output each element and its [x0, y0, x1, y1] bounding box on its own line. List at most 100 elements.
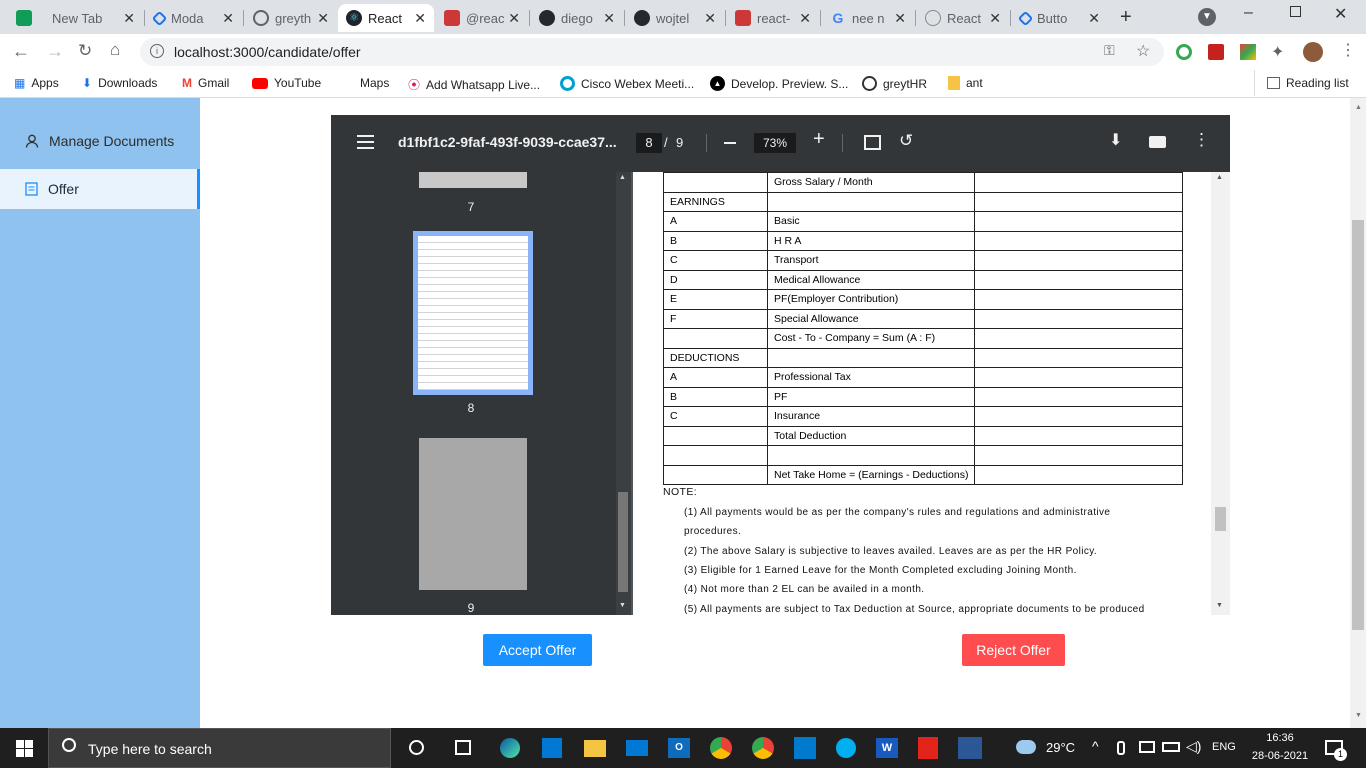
sidebar-item-manage-documents[interactable]: Manage Documents — [0, 121, 200, 161]
bookmark-whatsapp[interactable]: ⦿ Add Whatsapp Live... — [408, 76, 540, 93]
page-thumbnail-selected[interactable] — [413, 231, 533, 395]
store-icon[interactable] — [542, 738, 562, 758]
bookmark-downloads[interactable]: ⬇ Downloads — [82, 76, 157, 90]
close-tab-icon[interactable]: ✕ — [704, 10, 716, 27]
outlook-icon[interactable]: O — [668, 738, 690, 758]
close-tab-icon[interactable]: ✕ — [317, 10, 329, 27]
extensions-puzzle-icon[interactable]: ✦ — [1271, 42, 1284, 62]
zoom-level-input[interactable]: 73% — [754, 133, 796, 153]
bookmark-youtube[interactable]: YouTube — [252, 76, 321, 90]
reject-offer-button[interactable]: Reject Offer — [962, 634, 1065, 666]
browser-tab[interactable]: G nee n ✕ — [822, 4, 914, 32]
tray-expand-icon[interactable]: ^ — [1092, 738, 1099, 754]
close-tab-icon[interactable]: ✕ — [508, 10, 520, 27]
page-thumbnail[interactable] — [419, 438, 527, 590]
download-icon[interactable]: ⬇ — [1109, 130, 1122, 150]
acrobat-icon[interactable] — [918, 737, 938, 759]
microphone-icon[interactable] — [1117, 741, 1125, 755]
zoom-out-icon[interactable] — [724, 142, 736, 144]
more-options-icon[interactable]: ⋮ — [1193, 130, 1210, 150]
table-cell — [663, 464, 768, 485]
bookmark-apps[interactable]: ▦ Apps — [14, 76, 59, 90]
file-explorer-icon[interactable] — [584, 740, 606, 757]
browser-tab[interactable]: Butto ✕ — [1012, 4, 1108, 32]
home-icon[interactable]: ⌂ — [110, 40, 120, 60]
tab-search-icon[interactable]: ▼ — [1198, 8, 1216, 26]
close-tab-icon[interactable]: ✕ — [123, 10, 135, 27]
pdf-scrollbar[interactable]: ▲ ▼ — [1211, 172, 1230, 615]
browser-tab[interactable]: diego ✕ — [531, 4, 623, 32]
browser-tab[interactable]: React ✕ — [917, 4, 1009, 32]
edge-icon[interactable] — [500, 738, 520, 758]
address-bar[interactable]: i localhost:3000/candidate/offer ⚿ ☆ — [140, 38, 1164, 66]
sidebar-item-offer[interactable]: Offer — [0, 169, 200, 209]
close-tab-icon[interactable]: ✕ — [414, 10, 426, 27]
cortana-icon[interactable] — [409, 740, 424, 755]
print-icon[interactable] — [1149, 136, 1166, 148]
pdf-scrollbar-thumb[interactable] — [1215, 507, 1226, 531]
bookmark-maps[interactable]: Maps — [340, 76, 389, 90]
browser-tab-active[interactable]: ⚛ React ✕ — [338, 4, 434, 32]
browser-tab[interactable]: greyth ✕ — [245, 4, 337, 32]
avatar[interactable] — [1303, 42, 1323, 62]
minimize-icon[interactable]: – — [1244, 4, 1253, 22]
close-tab-icon[interactable]: ✕ — [799, 10, 811, 27]
bookmark-webex[interactable]: Cisco Webex Meeti... — [560, 76, 694, 91]
browser-tab[interactable]: wojtel ✕ — [626, 4, 724, 32]
word-icon[interactable]: W — [876, 738, 898, 758]
close-tab-icon[interactable]: ✕ — [1088, 10, 1100, 27]
mail-icon[interactable] — [626, 740, 648, 756]
clock-time[interactable]: 16:36 — [1252, 732, 1308, 744]
new-tab-icon[interactable]: + — [1120, 6, 1132, 29]
page-thumbnail[interactable] — [419, 172, 527, 188]
fit-page-icon[interactable] — [864, 135, 881, 150]
restore-icon[interactable] — [1290, 6, 1301, 17]
extension-icon[interactable] — [1240, 44, 1256, 60]
extension-icon[interactable] — [1208, 44, 1224, 60]
menu-icon[interactable] — [357, 135, 374, 137]
volume-icon[interactable]: ◁) — [1186, 738, 1201, 755]
browser-tab[interactable]: Moda ✕ — [146, 4, 242, 32]
reading-list[interactable]: Reading list — [1267, 76, 1349, 90]
browser-tab[interactable]: react- ✕ — [727, 4, 819, 32]
bookmark-gmail[interactable]: M Gmail — [182, 76, 229, 90]
chrome-icon[interactable] — [710, 737, 732, 759]
extension-icon[interactable] — [1176, 44, 1192, 60]
language-indicator[interactable]: ENG — [1212, 741, 1236, 753]
close-tab-icon[interactable]: ✕ — [603, 10, 615, 27]
site-info-icon[interactable]: i — [150, 44, 164, 58]
page-scrollbar-thumb[interactable] — [1352, 220, 1364, 630]
zoom-in-icon[interactable]: + — [813, 128, 825, 151]
bookmark-folder-ant[interactable]: ant — [948, 76, 983, 90]
taskbar-search[interactable]: Type here to search — [48, 728, 391, 768]
skype-icon[interactable] — [836, 738, 856, 758]
reload-icon[interactable]: ↻ — [78, 41, 92, 61]
accept-offer-button[interactable]: Accept Offer — [483, 634, 592, 666]
thumbnail-scrollbar-thumb[interactable] — [618, 492, 628, 592]
forward-icon[interactable]: → — [46, 41, 64, 62]
battery-icon[interactable] — [1162, 742, 1180, 752]
key-icon[interactable]: ⚿ — [1104, 42, 1115, 59]
network-icon[interactable] — [1139, 741, 1155, 753]
back-icon[interactable]: ← — [12, 41, 30, 62]
vscode-icon[interactable] — [794, 737, 816, 759]
browser-tab[interactable]: New Tab ✕ — [8, 4, 143, 32]
close-tab-icon[interactable]: ✕ — [894, 10, 906, 27]
page-scrollbar[interactable]: ▲ ▼ — [1350, 98, 1366, 728]
browser-menu-icon[interactable]: ⋮ — [1340, 40, 1356, 60]
bookmark-greythr[interactable]: greytHR — [862, 76, 927, 91]
bookmark-develop[interactable]: ▲ Develop. Preview. S... — [710, 76, 848, 91]
windows-start-icon[interactable] — [16, 740, 33, 757]
close-tab-icon[interactable]: ✕ — [222, 10, 234, 27]
close-tab-icon[interactable]: ✕ — [989, 10, 1001, 27]
close-window-icon[interactable]: ✕ — [1334, 4, 1347, 24]
browser-tab[interactable]: @reac ✕ — [436, 4, 528, 32]
weather-icon[interactable] — [1016, 740, 1036, 754]
chrome-icon[interactable] — [752, 737, 774, 759]
task-view-icon[interactable] — [455, 740, 471, 755]
rotate-icon[interactable]: ↺ — [899, 131, 913, 151]
page-number-input[interactable]: 8 — [636, 133, 662, 153]
clock-date[interactable]: 28-06-2021 — [1248, 750, 1312, 762]
bookmark-star-icon[interactable]: ☆ — [1136, 41, 1150, 61]
snipping-tool-icon[interactable] — [958, 737, 982, 759]
